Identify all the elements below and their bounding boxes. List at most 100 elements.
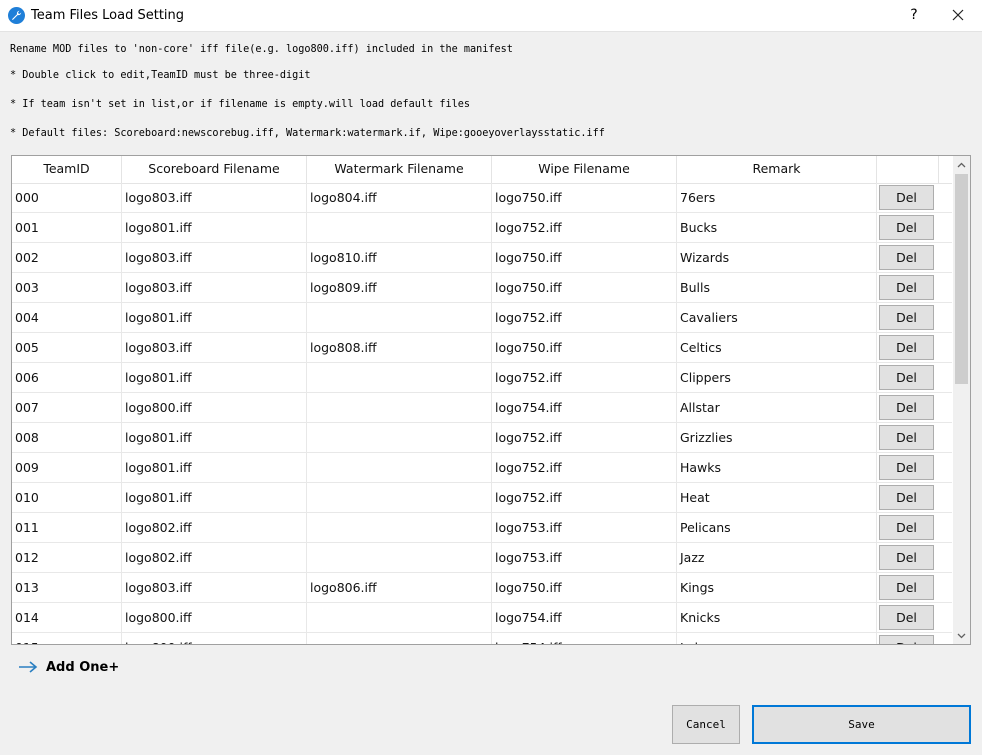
remark-cell[interactable]: Bucks — [677, 213, 877, 243]
delete-row-button[interactable]: Del — [879, 185, 934, 210]
wipe-cell[interactable]: logo750.iff — [492, 333, 677, 363]
delete-row-button[interactable]: Del — [879, 605, 934, 630]
teamid-cell[interactable]: 010 — [12, 483, 122, 513]
close-button[interactable] — [944, 3, 972, 27]
watermark-cell[interactable] — [307, 423, 492, 453]
scoreboard-cell[interactable]: logo803.iff — [122, 243, 307, 273]
column-header-watermark[interactable]: Watermark Filename — [307, 156, 492, 183]
teamid-cell[interactable]: 013 — [12, 573, 122, 603]
remark-cell[interactable]: Hawks — [677, 453, 877, 483]
wipe-cell[interactable]: logo754.iff — [492, 633, 677, 644]
scoreboard-cell[interactable]: logo803.iff — [122, 333, 307, 363]
delete-row-button[interactable]: Del — [879, 395, 934, 420]
remark-cell[interactable]: Celtics — [677, 333, 877, 363]
delete-row-button[interactable]: Del — [879, 425, 934, 450]
table-row[interactable]: 014 logo800.iff logo754.iff Knicks Del — [12, 603, 952, 633]
wipe-cell[interactable]: logo752.iff — [492, 423, 677, 453]
column-header-scoreboard[interactable]: Scoreboard Filename — [122, 156, 307, 183]
watermark-cell[interactable]: logo804.iff — [307, 183, 492, 213]
table-row[interactable]: 007 logo800.iff logo754.iff Allstar Del — [12, 393, 952, 423]
table-row[interactable]: 015logo800.iff logo754.iffLakersDel — [12, 633, 952, 644]
table-row[interactable]: 001 logo801.iff logo752.iff Bucks Del — [12, 213, 952, 243]
watermark-cell[interactable] — [307, 303, 492, 333]
remark-cell[interactable]: Cavaliers — [677, 303, 877, 333]
remark-cell[interactable]: Pelicans — [677, 513, 877, 543]
column-header-remark[interactable]: Remark — [677, 156, 877, 183]
wipe-cell[interactable]: logo752.iff — [492, 363, 677, 393]
wipe-cell[interactable]: logo752.iff — [492, 483, 677, 513]
scroll-down-button[interactable] — [953, 627, 970, 644]
watermark-cell[interactable] — [307, 603, 492, 633]
teamid-cell[interactable]: 006 — [12, 363, 122, 393]
remark-cell[interactable]: Lakers — [677, 633, 877, 644]
teamid-cell[interactable]: 000 — [12, 183, 122, 213]
table-row[interactable]: 010 logo801.iff logo752.iff Heat Del — [12, 483, 952, 513]
teamid-cell[interactable]: 004 — [12, 303, 122, 333]
scoreboard-cell[interactable]: logo803.iff — [122, 573, 307, 603]
remark-cell[interactable]: 76ers — [677, 183, 877, 213]
column-header-teamid[interactable]: TeamID — [12, 156, 122, 183]
table-row[interactable]: 013 logo803.iff logo806.iff logo750.iff King… — [12, 573, 952, 603]
teamid-cell[interactable]: 012 — [12, 543, 122, 573]
scroll-up-button[interactable] — [953, 156, 970, 173]
wipe-cell[interactable]: logo750.iff — [492, 183, 677, 213]
watermark-cell[interactable]: logo809.iff — [307, 273, 492, 303]
scoreboard-cell[interactable]: logo802.iff — [122, 513, 307, 543]
scoreboard-cell[interactable]: logo802.iff — [122, 543, 307, 573]
save-button[interactable]: Save — [752, 705, 971, 744]
wipe-cell[interactable]: logo753.iff — [492, 513, 677, 543]
remark-cell[interactable]: Jazz — [677, 543, 877, 573]
teamid-cell[interactable]: 014 — [12, 603, 122, 633]
delete-row-button[interactable]: Del — [879, 275, 934, 300]
remark-cell[interactable]: Allstar — [677, 393, 877, 423]
delete-row-button[interactable]: Del — [879, 575, 934, 600]
help-button[interactable]: ? — [900, 3, 928, 27]
cancel-button[interactable]: Cancel — [672, 705, 740, 744]
team-files-table[interactable]: TeamID Scoreboard Filename Watermark Fil… — [11, 155, 971, 645]
remark-cell[interactable]: Heat — [677, 483, 877, 513]
scoreboard-cell[interactable]: logo800.iff — [122, 393, 307, 423]
table-row[interactable]: 012 logo802.iff logo753.iff Jazz Del — [12, 543, 952, 573]
wipe-cell[interactable]: logo750.iff — [492, 273, 677, 303]
wipe-cell[interactable]: logo753.iff — [492, 543, 677, 573]
vertical-scrollbar[interactable] — [953, 156, 970, 644]
table-row[interactable]: 000 logo803.iff logo804.iff logo750.iff 76er… — [12, 183, 952, 213]
teamid-cell[interactable]: 008 — [12, 423, 122, 453]
watermark-cell[interactable] — [307, 213, 492, 243]
delete-row-button[interactable]: Del — [879, 245, 934, 270]
column-header-wipe[interactable]: Wipe Filename — [492, 156, 677, 183]
watermark-cell[interactable] — [307, 393, 492, 423]
watermark-cell[interactable] — [307, 513, 492, 543]
wipe-cell[interactable]: logo750.iff — [492, 573, 677, 603]
teamid-cell[interactable]: 011 — [12, 513, 122, 543]
add-one-button[interactable]: Add One+ — [18, 656, 119, 678]
table-row[interactable]: 005 logo803.iff logo808.iff logo750.iff Celt… — [12, 333, 952, 363]
scoreboard-cell[interactable]: logo801.iff — [122, 453, 307, 483]
scoreboard-cell[interactable]: logo803.iff — [122, 273, 307, 303]
table-row[interactable]: 003 logo803.iff logo809.iff logo750.iff Bull… — [12, 273, 952, 303]
teamid-cell[interactable]: 002 — [12, 243, 122, 273]
scoreboard-cell[interactable]: logo800.iff — [122, 603, 307, 633]
table-row[interactable]: 006 logo801.iff logo752.iff Clippers Del — [12, 363, 952, 393]
watermark-cell[interactable]: logo806.iff — [307, 573, 492, 603]
teamid-cell[interactable]: 005 — [12, 333, 122, 363]
watermark-cell[interactable] — [307, 363, 492, 393]
scoreboard-cell[interactable]: logo801.iff — [122, 483, 307, 513]
watermark-cell[interactable]: logo810.iff — [307, 243, 492, 273]
watermark-cell[interactable]: logo808.iff — [307, 333, 492, 363]
watermark-cell[interactable] — [307, 453, 492, 483]
watermark-cell[interactable] — [307, 543, 492, 573]
scroll-thumb[interactable] — [955, 174, 968, 384]
delete-row-button[interactable]: Del — [879, 515, 934, 540]
scoreboard-cell[interactable]: logo800.iff — [122, 633, 307, 644]
delete-row-button[interactable]: Del — [879, 485, 934, 510]
scoreboard-cell[interactable]: logo801.iff — [122, 423, 307, 453]
remark-cell[interactable]: Wizards — [677, 243, 877, 273]
remark-cell[interactable]: Bulls — [677, 273, 877, 303]
teamid-cell[interactable]: 007 — [12, 393, 122, 423]
wipe-cell[interactable]: logo754.iff — [492, 393, 677, 423]
table-row[interactable]: 008 logo801.iff logo752.iff Grizzlies Del — [12, 423, 952, 453]
delete-row-button[interactable]: Del — [879, 305, 934, 330]
delete-row-button[interactable]: Del — [879, 545, 934, 570]
table-row[interactable]: 002 logo803.iff logo810.iff logo750.iff Wiza… — [12, 243, 952, 273]
